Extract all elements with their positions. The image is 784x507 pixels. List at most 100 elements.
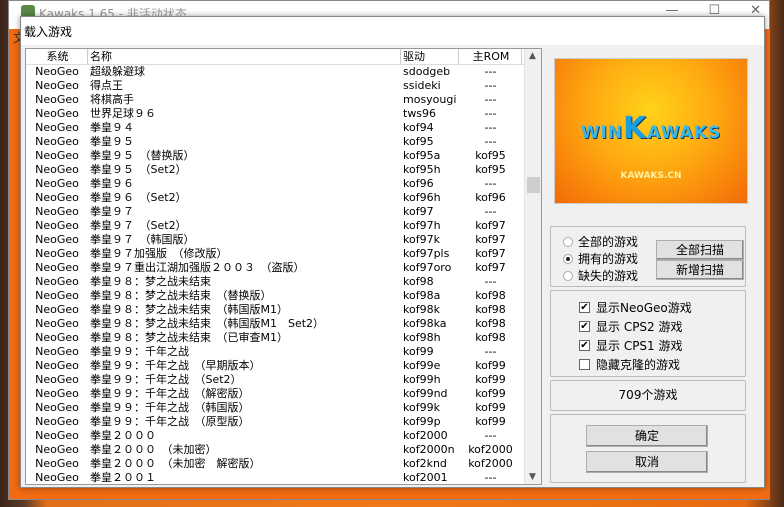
checkbox-option[interactable]: ✔ 显示NeoGeo游戏 <box>579 299 692 316</box>
cell-main-rom: kof98 <box>475 289 506 302</box>
table-row[interactable]: NeoGeo 拳皇２０００ （未加密 解密版） kof2knd kof2000 <box>26 457 541 471</box>
column-header-name[interactable]: 名称 <box>88 49 401 64</box>
column-header-main-rom[interactable]: 主ROM <box>459 49 522 64</box>
cell-driver: kof99k <box>403 401 440 414</box>
cancel-button[interactable]: 取消 <box>586 451 708 473</box>
scroll-up-icon[interactable]: ▲ <box>529 51 536 61</box>
scan-new-button[interactable]: 新增扫描 <box>656 260 744 280</box>
table-row[interactable]: NeoGeo 拳皇２０００ kof2000 --- <box>26 429 541 443</box>
cell-name: 拳皇９９：千年之战 （原型版） <box>90 415 250 428</box>
radio-label: 拥有的游戏 <box>578 252 639 266</box>
cell-system: NeoGeo <box>35 219 79 232</box>
scan-all-button[interactable]: 全部扫描 <box>656 240 744 260</box>
table-row[interactable]: NeoGeo 拳皇２０００ （未加密） kof2000n kof2000 <box>26 443 541 457</box>
cell-driver: kof2000 <box>403 429 448 442</box>
table-row[interactable]: NeoGeo 拳皇９８：梦之战未结束 （替换版） kof98a kof98 <box>26 289 541 303</box>
table-row[interactable]: NeoGeo 拳皇９７加强版 （修改版） kof97pls kof97 <box>26 247 541 261</box>
cell-system: NeoGeo <box>35 65 79 78</box>
table-row[interactable]: NeoGeo 拳皇９７重出江湖加强版２００３ （盗版） kof97oro kof97 <box>26 261 541 275</box>
checkbox-label: 显示NeoGeo游戏 <box>596 301 692 315</box>
cell-system: NeoGeo <box>35 79 79 92</box>
cell-system: NeoGeo <box>35 387 79 400</box>
table-row[interactable]: NeoGeo 拳皇２００１ kof2001 --- <box>26 471 541 484</box>
cell-driver: kof2001 <box>403 471 448 484</box>
vertical-scrollbar[interactable]: ▲ ▼ <box>524 49 541 484</box>
table-row[interactable]: NeoGeo 拳皇９５ kof95 --- <box>26 135 541 149</box>
table-row[interactable]: NeoGeo 拳皇９８：梦之战未结束 （韩国版M1） kof98k kof98 <box>26 303 541 317</box>
cell-system: NeoGeo <box>35 275 79 288</box>
cell-main-rom: --- <box>484 275 497 288</box>
radio-owned-games[interactable]: 拥有的游戏 <box>563 250 638 267</box>
cell-system: NeoGeo <box>35 443 79 456</box>
table-row[interactable]: NeoGeo 拳皇９９：千年之战 （韩国版） kof99k kof99 <box>26 401 541 415</box>
cell-system: NeoGeo <box>35 149 79 162</box>
column-header-driver[interactable]: 驱动 <box>401 49 459 64</box>
game-list[interactable]: 系统 名称 驱动 主ROM NeoGeo 超级躲避球 sdodgeb --- NeoGe… <box>25 48 542 485</box>
cell-name: 拳皇９８：梦之战未结束 （已审查M1） <box>90 331 288 344</box>
cell-driver: kof97h <box>403 219 441 232</box>
table-row[interactable]: NeoGeo 拳皇９９：千年之战 （Set2） kof99h kof99 <box>26 373 541 387</box>
checkbox-checked-icon[interactable]: ✔ <box>579 302 590 313</box>
cell-driver: kof99p <box>403 415 441 428</box>
scroll-down-icon[interactable]: ▼ <box>529 472 536 482</box>
cell-driver: tws96 <box>403 107 437 120</box>
cell-name: 将棋高手 <box>90 93 134 106</box>
table-row[interactable]: NeoGeo 将棋高手 mosyougi --- <box>26 93 541 107</box>
cell-system: NeoGeo <box>35 177 79 190</box>
ok-button[interactable]: 确定 <box>586 425 708 447</box>
radio-label: 缺失的游戏 <box>578 269 639 283</box>
cell-name: 拳皇９５ <box>90 135 134 148</box>
table-row[interactable]: NeoGeo 拳皇９８：梦之战未结束 kof98 --- <box>26 275 541 289</box>
checkbox-checked-icon[interactable]: ✔ <box>579 340 590 351</box>
cell-main-rom: kof95 <box>475 149 506 162</box>
checkbox-checked-icon[interactable]: ✔ <box>579 321 590 332</box>
cell-main-rom: --- <box>484 93 497 106</box>
cell-system: NeoGeo <box>35 345 79 358</box>
table-row[interactable]: NeoGeo 拳皇９４ kof94 --- <box>26 121 541 135</box>
cell-name: 拳皇９８：梦之战未结束 （韩国版M1） <box>90 303 288 316</box>
cell-driver: kof99 <box>403 345 434 358</box>
table-row[interactable]: NeoGeo 世界足球９６ tws96 --- <box>26 107 541 121</box>
checkbox-option[interactable]: ✔ 显示 CPS1 游戏 <box>579 337 683 354</box>
scrollbar-thumb[interactable] <box>527 177 540 193</box>
table-row[interactable]: NeoGeo 拳皇９６ kof96 --- <box>26 177 541 191</box>
table-row[interactable]: NeoGeo 拳皇９７ kof97 --- <box>26 205 541 219</box>
radio-button[interactable] <box>563 253 573 264</box>
radio-button[interactable] <box>563 270 573 281</box>
cell-name: 超级躲避球 <box>90 65 145 78</box>
display-options-group: ✔ 显示NeoGeo游戏 ✔ 显示 CPS2 游戏 ✔ 显示 CPS1 游戏 隐藏克隆的游戏 <box>550 290 746 377</box>
cell-system: NeoGeo <box>35 331 79 344</box>
checkbox-option[interactable]: ✔ 显示 CPS2 游戏 <box>579 318 683 335</box>
checkbox-option[interactable]: 隐藏克隆的游戏 <box>579 356 680 373</box>
table-row[interactable]: NeoGeo 拳皇９７ （Set2） kof97h kof97 <box>26 219 541 233</box>
cell-main-rom: kof97 <box>475 261 506 274</box>
table-row[interactable]: NeoGeo 拳皇９５ （Set2） kof95h kof95 <box>26 163 541 177</box>
cell-main-rom: kof98 <box>475 331 506 344</box>
table-row[interactable]: NeoGeo 得点王 ssideki --- <box>26 79 541 93</box>
cell-name: 拳皇９８：梦之战未结束 （替换版） <box>90 289 272 302</box>
table-row[interactable]: NeoGeo 拳皇９８：梦之战未结束 （已审查M1） kof98h kof98 <box>26 331 541 345</box>
cell-driver: kof97pls <box>403 247 450 260</box>
checkbox-unchecked-icon[interactable] <box>579 359 590 370</box>
table-row[interactable]: NeoGeo 拳皇９９：千年之战 （早期版本） kof99e kof99 <box>26 359 541 373</box>
column-header-system[interactable]: 系统 <box>26 49 88 64</box>
dialog-title: 载入游戏 <box>21 17 764 45</box>
checkbox-label: 显示 CPS2 游戏 <box>596 320 683 334</box>
table-row[interactable]: NeoGeo 拳皇９７ （韩国版） kof97k kof97 <box>26 233 541 247</box>
cell-main-rom: --- <box>484 65 497 78</box>
table-row[interactable]: NeoGeo 拳皇９９：千年之战 （解密版） kof99nd kof99 <box>26 387 541 401</box>
filter-group: 全部的游戏 拥有的游戏 缺失的游戏 全部扫描 新增扫描 <box>550 226 746 287</box>
table-row[interactable]: NeoGeo 超级躲避球 sdodgeb --- <box>26 65 541 79</box>
table-row[interactable]: NeoGeo 拳皇９９：千年之战 kof99 --- <box>26 345 541 359</box>
cell-main-rom: kof99 <box>475 401 506 414</box>
table-row[interactable]: NeoGeo 拳皇９９：千年之战 （原型版） kof99p kof99 <box>26 415 541 429</box>
cell-name: 世界足球９６ <box>90 107 156 120</box>
cell-driver: kof99h <box>403 373 441 386</box>
cell-driver: kof98a <box>403 289 441 302</box>
radio-button[interactable] <box>563 236 573 247</box>
table-row[interactable]: NeoGeo 拳皇９８：梦之战未结束 （韩国版M1 Set2） kof98ka kof… <box>26 317 541 331</box>
table-row[interactable]: NeoGeo 拳皇９６ （Set2） kof96h kof96 <box>26 191 541 205</box>
table-row[interactable]: NeoGeo 拳皇９５ （替换版） kof95a kof95 <box>26 149 541 163</box>
radio-missing-games[interactable]: 缺失的游戏 <box>563 267 638 284</box>
radio-all-games[interactable]: 全部的游戏 <box>563 233 638 250</box>
